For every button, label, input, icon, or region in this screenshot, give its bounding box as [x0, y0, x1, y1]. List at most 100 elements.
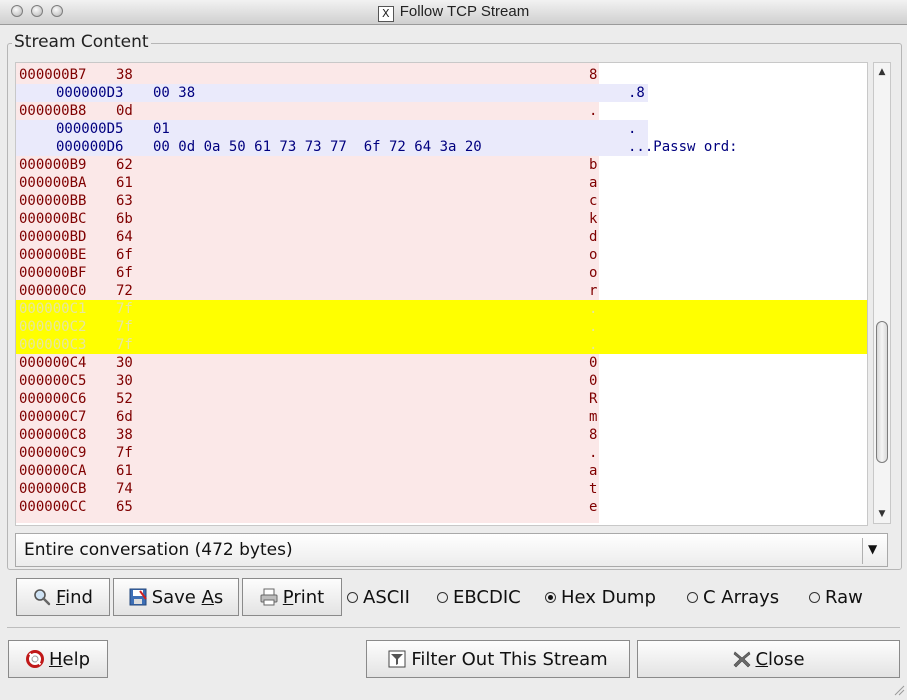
- byte-offset: 000000C9: [19, 445, 87, 461]
- stream-line-client: 000000BF 6f o: [16, 264, 599, 282]
- byte-offset: 000000BA: [19, 175, 87, 191]
- filter-icon: [388, 650, 406, 668]
- group-title: Stream Content: [12, 32, 151, 52]
- hex-bytes: 52: [116, 391, 133, 407]
- byte-offset: 000000CB: [19, 481, 87, 497]
- stream-line-client: 000000C9 7f.: [16, 444, 599, 462]
- stream-line-client: 000000BD 64 d: [16, 228, 599, 246]
- ascii-text: e: [589, 499, 598, 515]
- filter-out-stream-button[interactable]: Filter Out This Stream: [366, 640, 630, 678]
- hex-bytes: 63: [116, 193, 133, 209]
- hex-bytes: 61: [116, 463, 133, 479]
- byte-offset: 000000BC: [19, 211, 87, 227]
- stream-line-client: 000000C1 7f.: [16, 300, 867, 318]
- radio-raw[interactable]: Raw: [809, 587, 863, 608]
- byte-offset: 000000BD: [19, 229, 87, 245]
- ascii-text: 8: [589, 427, 598, 443]
- ascii-text: .: [589, 103, 598, 119]
- ascii-text: .8: [628, 85, 645, 101]
- ascii-text: r: [589, 283, 598, 299]
- radio-indicator[interactable]: [687, 592, 698, 603]
- floppy-disk-icon: [129, 588, 147, 606]
- radio-indicator[interactable]: [809, 592, 820, 603]
- ascii-text: d: [589, 229, 598, 245]
- window-title-container: X Follow TCP Stream: [0, 3, 907, 22]
- stream-line-client: 000000BB 63 c: [16, 192, 599, 210]
- ascii-text: .: [589, 445, 598, 461]
- dropdown-arrow-icon[interactable]: ▼: [868, 542, 877, 556]
- ascii-text: R: [589, 391, 598, 407]
- byte-offset: 000000D6: [56, 139, 124, 155]
- byte-offset: 000000C0: [19, 283, 87, 299]
- resize-grip-icon[interactable]: [893, 681, 905, 696]
- ascii-text: .: [628, 121, 637, 137]
- printer-icon: [260, 588, 278, 606]
- hex-bytes: 6b: [116, 211, 133, 227]
- radio-ascii[interactable]: ASCII: [347, 587, 410, 608]
- stream-line-client: 000000C7 6d m: [16, 408, 599, 426]
- byte-offset: 000000BF: [19, 265, 87, 281]
- scroll-up-arrow-icon[interactable]: ▲: [874, 64, 890, 80]
- ascii-text: c: [589, 193, 598, 209]
- stream-line-server: 000000D5 01.: [16, 120, 648, 138]
- radio-ebcdic-label: EBCDIC: [453, 587, 521, 608]
- radio-c-arrays[interactable]: C Arrays: [687, 587, 779, 608]
- radio-indicator-selected[interactable]: [545, 592, 556, 603]
- byte-offset: 000000CC: [19, 499, 87, 515]
- byte-offset: 000000C5: [19, 373, 87, 389]
- ascii-text: a: [589, 463, 598, 479]
- stream-line-client: 000000C3 7f.: [16, 336, 867, 354]
- find-button[interactable]: Find: [16, 578, 110, 616]
- vertical-scrollbar[interactable]: ▲ ▼: [873, 62, 891, 524]
- magnifier-icon: [33, 588, 51, 606]
- hex-bytes: 7f: [116, 445, 133, 461]
- ascii-text: 8: [589, 67, 598, 83]
- stream-line-client: 000000C4 30 0: [16, 354, 599, 372]
- hex-bytes: 62: [116, 157, 133, 173]
- radio-indicator[interactable]: [347, 592, 358, 603]
- radio-ebcdic[interactable]: EBCDIC: [437, 587, 521, 608]
- stream-content-view[interactable]: 000000B7 38 8 000000D3 00 38.8 000000B8 0d. 000…: [15, 62, 868, 526]
- conversation-select[interactable]: Entire conversation (472 bytes) ▼: [15, 533, 888, 567]
- close-button[interactable]: Close: [637, 640, 900, 678]
- stream-line-client: 000000BE 6f o: [16, 246, 599, 264]
- radio-indicator[interactable]: [437, 592, 448, 603]
- byte-offset: 000000C2: [19, 319, 87, 335]
- hex-bytes: 64: [116, 229, 133, 245]
- stream-line-client: 000000CC 65 e: [16, 498, 599, 516]
- hex-bytes: 6f: [116, 247, 133, 263]
- hex-bytes: 30: [116, 355, 133, 371]
- ascii-text: k: [589, 211, 598, 227]
- lifebuoy-icon: [25, 650, 44, 668]
- stream-line-client: 000000CA 61 a: [16, 462, 599, 480]
- stream-line-client: 000000CB 74 t: [16, 480, 599, 498]
- ascii-text: a: [589, 175, 598, 191]
- hex-bytes: 7f: [116, 337, 133, 353]
- print-button[interactable]: Print: [242, 578, 342, 616]
- stream-line-server: 000000D6 00 0d 0a 50 61 73 73 77 6f 72 64…: [16, 138, 738, 156]
- hex-bytes: 30: [116, 373, 133, 389]
- byte-offset: 000000B8: [19, 103, 87, 119]
- radio-hex-dump[interactable]: Hex Dump: [545, 587, 656, 608]
- help-button[interactable]: Help: [8, 640, 108, 678]
- hex-bytes: 38: [116, 427, 133, 443]
- byte-offset: 000000C1: [19, 301, 87, 317]
- stream-line-client: 000000BC 6b k: [16, 210, 599, 228]
- ascii-text: o: [589, 247, 598, 263]
- hex-bytes: 01: [153, 121, 170, 137]
- ascii-text: b: [589, 157, 598, 173]
- ascii-text: 0: [589, 373, 598, 389]
- byte-offset: 000000B9: [19, 157, 87, 173]
- hex-bytes: 7f: [116, 301, 133, 317]
- title-bar: X Follow TCP Stream: [0, 0, 907, 25]
- byte-offset: 000000C3: [19, 337, 87, 353]
- ascii-text: .: [589, 337, 598, 353]
- byte-offset: 000000CA: [19, 463, 87, 479]
- save-as-label: Save As: [151, 586, 224, 608]
- scroll-down-arrow-icon[interactable]: ▼: [874, 506, 890, 522]
- hex-bytes: 6f: [116, 265, 133, 281]
- save-as-button[interactable]: Save As: [113, 578, 239, 616]
- hex-bytes: 74: [116, 481, 133, 497]
- ascii-text: m: [589, 409, 598, 425]
- scrollbar-thumb[interactable]: [876, 321, 888, 463]
